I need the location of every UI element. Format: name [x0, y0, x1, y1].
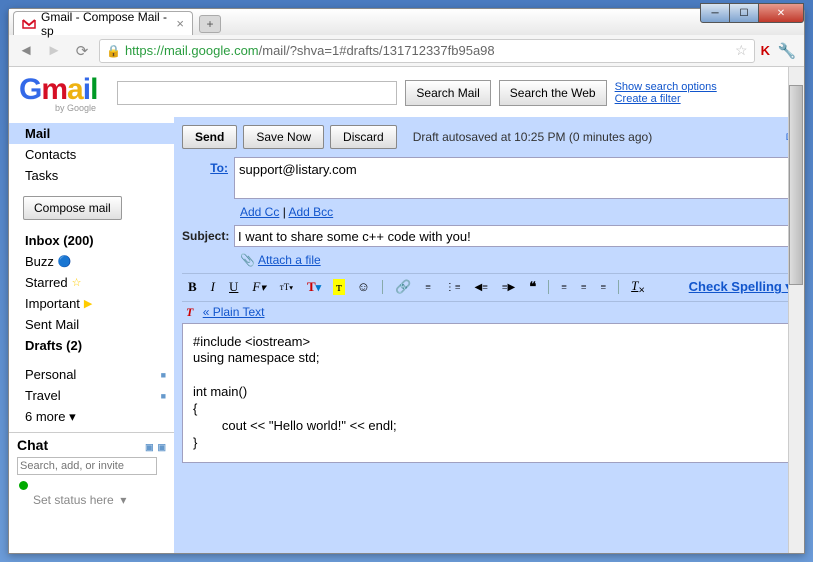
- sidebar-contacts[interactable]: Contacts: [9, 144, 174, 165]
- minimize-button[interactable]: ─: [700, 3, 730, 23]
- sidebar-label-travel[interactable]: Travel■: [9, 385, 174, 406]
- browser-toolbar: ◄ ► ⟳ 🔒 https://mail.google.com/mail/?sh…: [9, 35, 804, 67]
- star-icon: ☆: [72, 276, 82, 289]
- add-cc-link[interactable]: Add Cc: [240, 205, 279, 219]
- wrench-icon[interactable]: 🔧: [776, 40, 798, 62]
- gmail-favicon: [22, 17, 36, 31]
- new-tab-button[interactable]: +: [199, 15, 221, 33]
- bullet-list-button[interactable]: ⋮≡: [443, 282, 463, 293]
- plain-text-link[interactable]: « Plain Text: [203, 305, 265, 319]
- sidebar-inbox[interactable]: Inbox (200): [9, 230, 174, 251]
- extension-icon[interactable]: K: [761, 43, 770, 58]
- url-host: https://mail.google.com: [125, 43, 259, 58]
- sidebar-drafts[interactable]: Drafts (2): [9, 335, 174, 356]
- address-bar[interactable]: 🔒 https://mail.google.com/mail/?shva=1#d…: [99, 39, 755, 63]
- align-right-button[interactable]: ≡: [599, 282, 609, 293]
- sidebar-important[interactable]: Important▶: [9, 293, 174, 314]
- label-square-icon: ■: [161, 370, 166, 380]
- sidebar-starred[interactable]: Starred☆: [9, 272, 174, 293]
- to-field[interactable]: support@listary.com: [234, 157, 796, 199]
- sidebar-mail[interactable]: Mail: [9, 123, 174, 144]
- check-spelling-link[interactable]: Check Spelling ▾: [689, 279, 792, 295]
- rich-text-icon: T: [186, 305, 193, 319]
- page-content: Gmail by Google Search Mail Search the W…: [9, 67, 804, 553]
- gmail-logo: Gmail by Google: [19, 73, 109, 113]
- italic-button[interactable]: I: [209, 279, 217, 295]
- lock-icon: 🔒: [106, 44, 121, 58]
- message-body[interactable]: #include <iostream> using namespace std;…: [182, 323, 796, 463]
- underline-button[interactable]: U: [227, 279, 240, 295]
- window-controls: ─ ☐ ✕: [701, 3, 804, 23]
- browser-window: Gmail - Compose Mail - sp × + ─ ☐ ✕ ◄ ► …: [8, 8, 805, 554]
- autosave-status: Draft autosaved at 10:25 PM (0 minutes a…: [413, 130, 652, 144]
- tab-title: Gmail - Compose Mail - sp: [41, 10, 170, 38]
- chat-collapse-icon[interactable]: ▣: [145, 442, 154, 452]
- send-button[interactable]: Send: [182, 125, 237, 149]
- tab-close-icon[interactable]: ×: [176, 16, 184, 31]
- font-button[interactable]: F▾: [250, 279, 267, 295]
- subject-field[interactable]: [234, 225, 796, 247]
- important-icon: ▶: [84, 297, 92, 310]
- bold-button[interactable]: B: [186, 279, 199, 295]
- add-bcc-link[interactable]: Add Bcc: [288, 205, 333, 219]
- search-options-links: Show search options Create a filter: [615, 81, 717, 105]
- sidebar-buzz[interactable]: Buzz🔵: [9, 251, 174, 272]
- label-square-icon: ■: [161, 391, 166, 401]
- titlebar: Gmail - Compose Mail - sp × + ─ ☐ ✕: [9, 9, 804, 35]
- numbered-list-button[interactable]: ≡: [423, 282, 433, 293]
- bookmark-star-icon[interactable]: ☆: [735, 42, 748, 59]
- forward-button[interactable]: ►: [43, 40, 65, 62]
- compose-mail-button[interactable]: Compose mail: [23, 196, 122, 220]
- browser-tab[interactable]: Gmail - Compose Mail - sp ×: [13, 11, 193, 35]
- outdent-button[interactable]: ◀≡: [473, 282, 490, 293]
- gmail-header: Gmail by Google Search Mail Search the W…: [9, 67, 804, 117]
- compose-panel: Send Save Now Discard Draft autosaved at…: [174, 117, 804, 553]
- paperclip-icon: 📎: [240, 253, 255, 267]
- font-size-button[interactable]: тT▾: [278, 282, 295, 292]
- to-label[interactable]: To:: [210, 161, 228, 175]
- close-button[interactable]: ✕: [758, 3, 804, 23]
- discard-button[interactable]: Discard: [330, 125, 397, 149]
- attach-file-link[interactable]: Attach a file: [258, 253, 321, 267]
- align-left-button[interactable]: ≡: [559, 282, 569, 293]
- search-input[interactable]: [117, 81, 397, 105]
- formatting-toolbar: B I U F▾ тT▾ T▾ ᴛ ☺ 🔗 ≡ ⋮≡ ◀≡ ≡▶ ❝ ≡: [182, 273, 796, 302]
- status-available-icon[interactable]: [19, 481, 28, 490]
- maximize-button[interactable]: ☐: [729, 3, 759, 23]
- sidebar: Mail Contacts Tasks Compose mail Inbox (…: [9, 117, 174, 553]
- remove-format-button[interactable]: T×: [629, 278, 647, 297]
- search-mail-button[interactable]: Search Mail: [405, 80, 490, 106]
- save-now-button[interactable]: Save Now: [243, 125, 324, 149]
- reload-button[interactable]: ⟳: [71, 40, 93, 62]
- back-button[interactable]: ◄: [15, 40, 37, 62]
- emoji-button[interactable]: ☺: [355, 279, 372, 295]
- sidebar-more[interactable]: 6 more ▾: [9, 406, 174, 428]
- sidebar-sent[interactable]: Sent Mail: [9, 314, 174, 335]
- subject-label: Subject:: [182, 225, 234, 243]
- text-color-button[interactable]: T▾: [305, 279, 323, 295]
- chat-header: Chat ▣ ▣: [9, 432, 174, 455]
- compose-toolbar: Send Save Now Discard Draft autosaved at…: [182, 125, 796, 149]
- chat-search-input[interactable]: [17, 457, 157, 475]
- show-search-options-link[interactable]: Show search options: [615, 81, 717, 93]
- sidebar-tasks[interactable]: Tasks: [9, 165, 174, 186]
- search-web-button[interactable]: Search the Web: [499, 80, 607, 106]
- main-area: Mail Contacts Tasks Compose mail Inbox (…: [9, 117, 804, 553]
- set-status-text[interactable]: Set status here ▾: [33, 493, 174, 507]
- sidebar-label-personal[interactable]: Personal■: [9, 364, 174, 385]
- buzz-icon: 🔵: [58, 255, 72, 268]
- chat-popout-icon[interactable]: ▣: [157, 442, 166, 452]
- url-path: /mail/?shva=1#drafts/131712337fb95a98: [259, 43, 495, 58]
- link-button[interactable]: 🔗: [393, 279, 413, 295]
- align-center-button[interactable]: ≡: [579, 282, 589, 293]
- indent-button[interactable]: ≡▶: [500, 282, 517, 293]
- quote-button[interactable]: ❝: [527, 279, 538, 295]
- plain-text-row: T « Plain Text: [182, 302, 796, 323]
- create-filter-link[interactable]: Create a filter: [615, 93, 717, 105]
- highlight-button[interactable]: ᴛ: [333, 279, 345, 295]
- scrollbar-thumb[interactable]: [789, 117, 803, 285]
- scrollbar[interactable]: [788, 117, 804, 553]
